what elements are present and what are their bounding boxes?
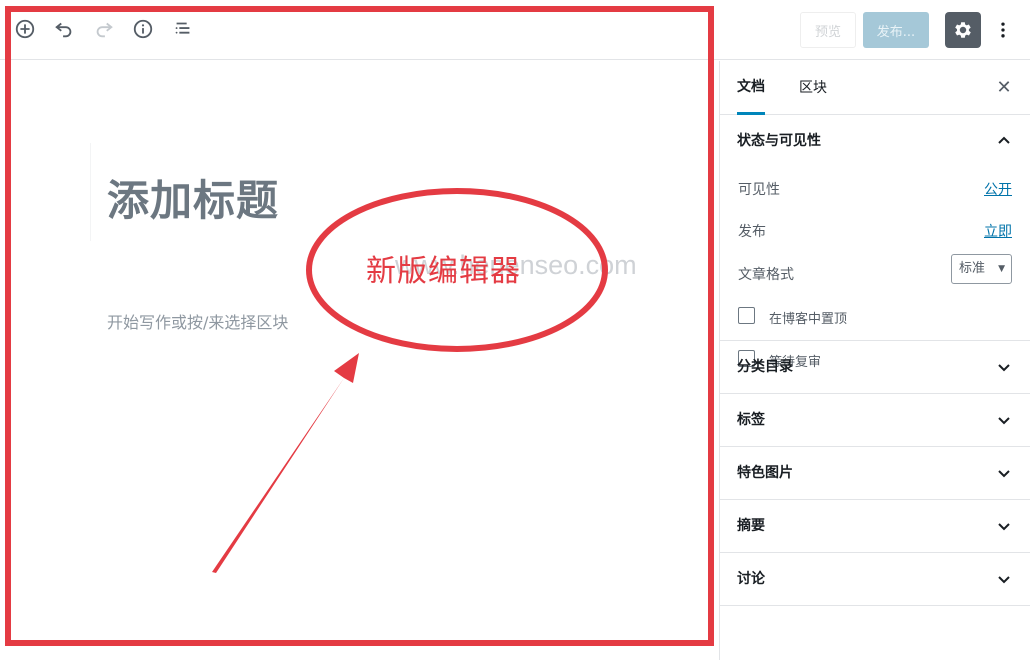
chevron-down-icon: [998, 417, 1010, 425]
panel-title: 讨论: [737, 571, 765, 587]
sidebar-tabs: 文档 区块 ✕: [720, 61, 1030, 115]
chevron-down-icon: [998, 470, 1010, 478]
publish-row: 发布 立即: [720, 209, 1030, 251]
sticky-label: 在博客中置顶: [769, 312, 848, 327]
settings-button[interactable]: [945, 12, 981, 48]
panel-header-featured-image[interactable]: 特色图片: [720, 447, 1030, 499]
publish-date-link[interactable]: 立即: [984, 221, 1012, 241]
settings-sidebar: 文档 区块 ✕ 状态与可见性 可见性 公开 发布 立即 文章格式 标准 ▼ 在博…: [719, 61, 1030, 660]
sticky-checkbox[interactable]: [738, 307, 755, 324]
panel-title: 分类目录: [737, 359, 793, 375]
publish-button[interactable]: 发布...: [863, 12, 929, 48]
panel-header-status[interactable]: 状态与可见性: [720, 115, 1030, 167]
panel-title: 状态与可见性: [737, 133, 821, 149]
post-format-value: 标准: [959, 261, 986, 276]
annotation-label: 新版编辑器: [366, 254, 521, 289]
panel-header-excerpt[interactable]: 摘要: [720, 500, 1030, 552]
outline-icon[interactable]: [170, 16, 196, 42]
panel-status-visibility: 状态与可见性 可见性 公开 发布 立即 文章格式 标准 ▼ 在博客中置顶 等待复…: [720, 115, 1030, 370]
panel-featured-image[interactable]: 特色图片: [720, 447, 1030, 500]
post-format-row: 文章格式 标准 ▼: [720, 251, 1030, 297]
panel-tags[interactable]: 标签: [720, 394, 1030, 447]
chevron-down-icon: [998, 576, 1010, 584]
add-block-icon[interactable]: [12, 16, 38, 42]
gear-icon: [955, 22, 971, 38]
block-appender[interactable]: 开始写作或按/来选择区块: [107, 309, 288, 333]
select-caret-icon: ▼: [998, 264, 1005, 274]
preview-button[interactable]: 预览: [800, 12, 856, 48]
panel-header-tags[interactable]: 标签: [720, 394, 1030, 446]
chevron-down-icon: [998, 523, 1010, 531]
panel-excerpt[interactable]: 摘要: [720, 500, 1030, 553]
panel-title: 特色图片: [737, 465, 793, 481]
sticky-row: 在博客中置顶: [720, 297, 1030, 340]
post-format-select[interactable]: 标准 ▼: [951, 254, 1012, 284]
panel-categories[interactable]: 分类目录: [720, 341, 1030, 394]
post-title-block[interactable]: 添加标题: [90, 143, 650, 241]
panel-header-categories[interactable]: 分类目录: [720, 341, 1030, 393]
tab-document[interactable]: 文档: [737, 61, 765, 115]
visibility-link[interactable]: 公开: [984, 179, 1012, 199]
visibility-row: 可见性 公开: [720, 167, 1030, 209]
visibility-label: 可见性: [738, 182, 780, 198]
panel-discussion[interactable]: 讨论: [720, 553, 1030, 606]
panel-title: 标签: [737, 412, 765, 428]
info-icon[interactable]: [130, 16, 156, 42]
close-icon[interactable]: ✕: [994, 78, 1014, 98]
post-title-input[interactable]: 添加标题: [107, 167, 279, 228]
more-vertical-icon: [1001, 22, 1005, 38]
panel-title: 摘要: [737, 518, 765, 534]
publish-label: 发布: [738, 224, 766, 240]
editor-canvas: 添加标题 开始写作或按/来选择区块: [0, 61, 718, 660]
editor-toolbar: 预览 发布...: [0, 0, 1030, 60]
panel-header-discussion[interactable]: 讨论: [720, 553, 1030, 605]
tab-block[interactable]: 区块: [799, 61, 827, 115]
chevron-up-icon: [998, 136, 1010, 144]
post-format-label: 文章格式: [738, 267, 794, 283]
chevron-down-icon: [998, 364, 1010, 372]
more-options-button[interactable]: [990, 12, 1016, 48]
redo-icon[interactable]: [91, 16, 117, 42]
undo-icon[interactable]: [51, 16, 77, 42]
